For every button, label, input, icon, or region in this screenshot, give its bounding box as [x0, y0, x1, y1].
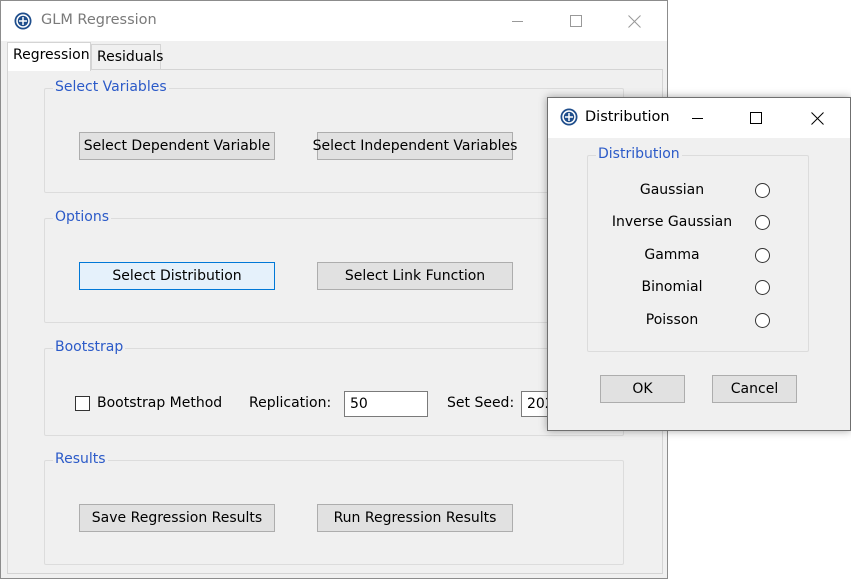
cancel-button[interactable]: Cancel	[712, 375, 797, 403]
cancel-button-label: Cancel	[730, 381, 779, 397]
radio-option-poisson[interactable]: Poisson	[548, 308, 851, 334]
select-link-function-label: Select Link Function	[344, 268, 486, 284]
radio-button[interactable]	[755, 313, 770, 328]
radio-label: Gamma	[644, 247, 700, 263]
select-dependent-variable-button[interactable]: Select Dependent Variable	[79, 132, 275, 160]
results-legend: Results	[53, 451, 108, 467]
title-bar[interactable]: GLM Regression	[1, 1, 667, 41]
tab-regression[interactable]: Regression	[7, 42, 91, 71]
radio-label: Poisson	[645, 312, 699, 328]
replication-input[interactable]: 50	[344, 391, 428, 417]
distribution-legend: Distribution	[596, 146, 682, 162]
minimize-icon	[512, 21, 523, 22]
close-button[interactable]	[605, 1, 663, 41]
app-logo-icon	[14, 12, 32, 30]
run-regression-results-button[interactable]: Run Regression Results	[317, 504, 513, 532]
select-independent-variables-button[interactable]: Select Independent Variables	[313, 132, 517, 160]
dialog-title-bar[interactable]: Distribution	[548, 98, 850, 138]
options-group: Options Select Distribution Select Link …	[44, 209, 624, 323]
set-seed-label: Set Seed:	[447, 395, 515, 411]
radio-button[interactable]	[755, 215, 770, 230]
close-icon	[810, 111, 824, 125]
radio-option-binomial[interactable]: Binomial	[548, 275, 851, 301]
save-regression-results-label: Save Regression Results	[91, 510, 263, 526]
ok-button-label: OK	[632, 381, 653, 397]
maximize-icon	[750, 112, 762, 124]
results-group: Results Save Regression Results Run Regr…	[44, 451, 624, 565]
select-variables-group: Select Variables Select Dependent Variab…	[44, 79, 624, 193]
select-distribution-label: Select Distribution	[112, 268, 242, 284]
bootstrap-legend: Bootstrap	[53, 339, 126, 355]
dialog-minimize-button[interactable]	[670, 98, 726, 138]
select-independent-variables-label: Select Independent Variables	[312, 138, 518, 154]
bootstrap-method-label: Bootstrap Method	[97, 395, 223, 411]
select-distribution-button[interactable]: Select Distribution	[79, 262, 275, 290]
options-legend: Options	[53, 209, 112, 225]
tab-regression-label: Regression	[13, 47, 90, 63]
bootstrap-group: Bootstrap Bootstrap Method Replication: …	[44, 339, 624, 436]
run-regression-results-label: Run Regression Results	[333, 510, 497, 526]
maximize-icon	[570, 15, 582, 27]
ok-button[interactable]: OK	[600, 375, 685, 403]
radio-button[interactable]	[755, 248, 770, 263]
dialog-close-button[interactable]	[788, 98, 846, 138]
replication-label: Replication:	[249, 395, 332, 411]
dialog-maximize-button[interactable]	[728, 98, 784, 138]
radio-label: Inverse Gaussian	[611, 214, 733, 230]
select-dependent-variable-label: Select Dependent Variable	[83, 138, 271, 154]
tab-residuals[interactable]: Residuals	[91, 44, 164, 70]
window-title: GLM Regression	[41, 12, 157, 28]
distribution-dialog: Distribution Distribution Gaussian Inver…	[547, 97, 851, 431]
select-variables-legend: Select Variables	[53, 79, 169, 95]
radio-button[interactable]	[755, 183, 770, 198]
radio-label: Gaussian	[639, 182, 705, 198]
radio-option-inverse-gaussian[interactable]: Inverse Gaussian	[548, 210, 851, 236]
radio-button[interactable]	[755, 280, 770, 295]
bootstrap-method-checkbox[interactable]	[75, 396, 90, 411]
tab-residuals-label: Residuals	[97, 49, 164, 65]
dialog-title: Distribution	[585, 109, 670, 125]
maximize-button[interactable]	[547, 1, 605, 41]
app-logo-icon	[560, 108, 578, 126]
select-link-function-button[interactable]: Select Link Function	[317, 262, 513, 290]
minimize-icon	[692, 118, 703, 119]
radio-option-gaussian[interactable]: Gaussian	[548, 178, 851, 204]
minimize-button[interactable]	[489, 1, 547, 41]
save-regression-results-button[interactable]: Save Regression Results	[79, 504, 275, 532]
radio-label: Binomial	[641, 279, 703, 295]
radio-option-gamma[interactable]: Gamma	[548, 243, 851, 269]
close-icon	[627, 14, 641, 28]
